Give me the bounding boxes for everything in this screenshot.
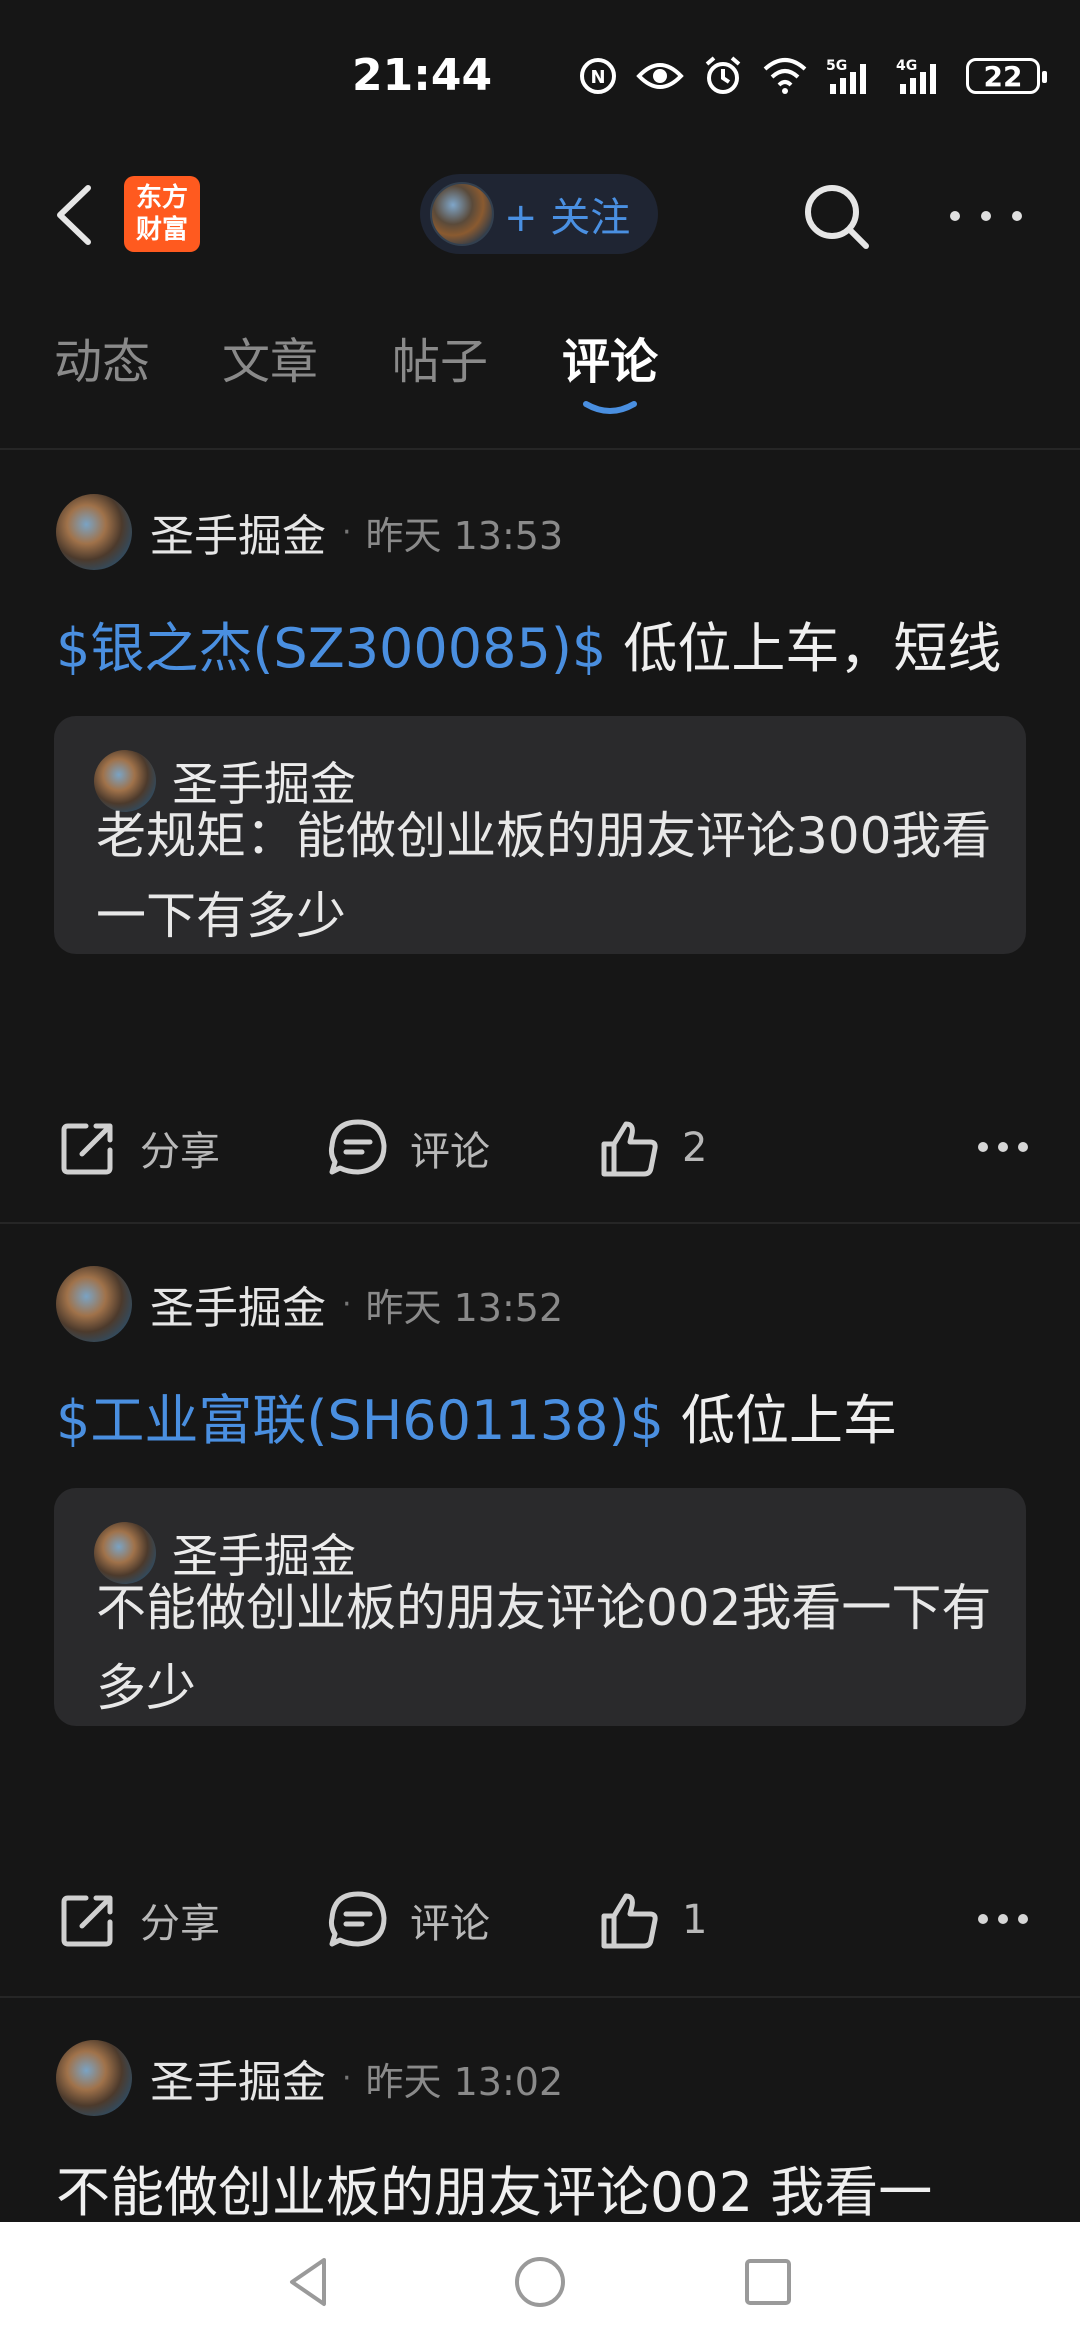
- post-more-icon[interactable]: [978, 1142, 1028, 1154]
- post-time: 昨天 13:52: [365, 1285, 564, 1330]
- user-avatar: [430, 182, 494, 246]
- post-time: 昨天 13:53: [365, 513, 564, 558]
- logo-line1: 东方: [135, 183, 188, 213]
- post-actions: 分享 评论 1: [0, 1880, 1080, 1960]
- share-label: 分享: [140, 1901, 220, 1947]
- tab-bar: 动态 文章 帖子 评论: [0, 310, 1080, 414]
- comment-icon: [328, 1119, 387, 1175]
- nav-recents-icon[interactable]: [738, 2252, 798, 2312]
- post-body: 低位上车: [663, 1389, 898, 1452]
- post-more-icon[interactable]: [978, 1914, 1028, 1926]
- thumbs-up-icon: [601, 1121, 658, 1177]
- nav-home-icon[interactable]: [510, 2252, 570, 2312]
- status-icons: N 5G 4G 22: [578, 52, 1047, 100]
- share-button[interactable]: 分享: [56, 1880, 220, 1960]
- wifi-icon: [763, 58, 807, 94]
- nav-back-icon[interactable]: [280, 2252, 340, 2312]
- svg-text:5G: 5G: [826, 58, 847, 74]
- thumbs-up-icon: [601, 1893, 658, 1949]
- post-header: 圣手掘金 · 昨天 13:52: [56, 1266, 563, 1342]
- avatar[interactable]: [56, 1266, 132, 1342]
- comment-button[interactable]: 评论: [326, 1108, 490, 1188]
- share-icon: [61, 1895, 113, 1947]
- post-header: 圣手掘金 · 昨天 13:53: [56, 494, 563, 570]
- comment-label: 评论: [410, 1129, 490, 1175]
- follow-button[interactable]: + 关注: [420, 174, 658, 254]
- alarm-icon: [705, 56, 741, 94]
- like-button[interactable]: 1: [598, 1880, 707, 1960]
- post-body: 低位上车，短线: [606, 617, 1002, 680]
- divider: [0, 1996, 1080, 1998]
- separator-dot: ·: [342, 2060, 352, 2096]
- svg-text:N: N: [590, 67, 605, 88]
- system-nav-bar: [0, 2222, 1080, 2340]
- post-text: 不能做创业板的朋友评论002 我看一: [56, 2161, 933, 2224]
- tab-posts[interactable]: 帖子: [392, 322, 488, 392]
- post-time: 昨天 13:02: [365, 2059, 564, 2104]
- quoted-comment[interactable]: 圣手掘金 老规矩：能做创业板的朋友评论300我看一下有多少: [54, 716, 1026, 954]
- signal-4g-icon: 4G: [896, 58, 936, 94]
- like-count: 2: [682, 1125, 708, 1171]
- divider: [0, 1222, 1080, 1224]
- author-name[interactable]: 圣手掘金: [150, 2046, 326, 2110]
- stock-link[interactable]: $银之杰(SZ300085)$: [56, 617, 606, 680]
- quote-text: 老规矩：能做创业板的朋友评论300我看一下有多少: [96, 807, 992, 945]
- follow-label: + 关注: [504, 195, 631, 241]
- avatar[interactable]: [56, 2040, 132, 2116]
- status-time: 21:44: [352, 50, 493, 101]
- comment-icon: [328, 1891, 387, 1947]
- search-icon[interactable]: [800, 180, 872, 252]
- like-button[interactable]: 2: [598, 1108, 707, 1188]
- eye-icon: [636, 63, 684, 89]
- separator-dot: ·: [342, 514, 352, 550]
- nfc-icon: N: [580, 58, 616, 94]
- tab-dynamics[interactable]: 动态: [54, 322, 150, 392]
- author-name[interactable]: 圣手掘金: [150, 500, 326, 564]
- post-text: $银之杰(SZ300085)$ 低位上车，短线: [56, 604, 1001, 683]
- quoted-comment[interactable]: 圣手掘金 不能做创业板的朋友评论002我看一下有多少: [54, 1488, 1026, 1726]
- tab-comments[interactable]: 评论: [562, 322, 658, 392]
- share-button[interactable]: 分享: [56, 1108, 220, 1188]
- tab-active-indicator: [583, 401, 637, 414]
- post-actions: 分享 评论 2: [0, 1108, 1080, 1188]
- author-name[interactable]: 圣手掘金: [150, 1272, 326, 1336]
- stock-link[interactable]: $工业富联(SH601138)$: [56, 1389, 664, 1452]
- battery-indicator: 22: [966, 58, 1047, 94]
- avatar[interactable]: [56, 494, 132, 570]
- signal-5g-icon: 5G: [826, 58, 866, 94]
- like-count: 1: [682, 1897, 708, 1943]
- status-bar: 21:44 N 5G 4G 22: [0, 0, 1080, 150]
- quote-text: 不能做创业板的朋友评论002我看一下有多少: [96, 1579, 992, 1717]
- comment-button[interactable]: 评论: [326, 1880, 490, 1960]
- svg-text:4G: 4G: [896, 58, 917, 74]
- back-arrow-icon[interactable]: [48, 180, 104, 250]
- top-header: 东方 财富 + 关注: [0, 150, 1080, 280]
- divider: [0, 448, 1080, 450]
- more-options-icon[interactable]: [950, 188, 1022, 244]
- share-icon: [61, 1123, 113, 1175]
- separator-dot: ·: [342, 1286, 352, 1322]
- app-logo[interactable]: 东方 财富: [124, 176, 200, 252]
- post-header: 圣手掘金 · 昨天 13:02: [56, 2040, 563, 2116]
- comment-label: 评论: [410, 1901, 490, 1947]
- post-text: $工业富联(SH601138)$ 低位上车: [56, 1376, 897, 1455]
- logo-line2: 财富: [135, 215, 188, 245]
- tab-articles[interactable]: 文章: [222, 322, 318, 392]
- share-label: 分享: [140, 1129, 220, 1175]
